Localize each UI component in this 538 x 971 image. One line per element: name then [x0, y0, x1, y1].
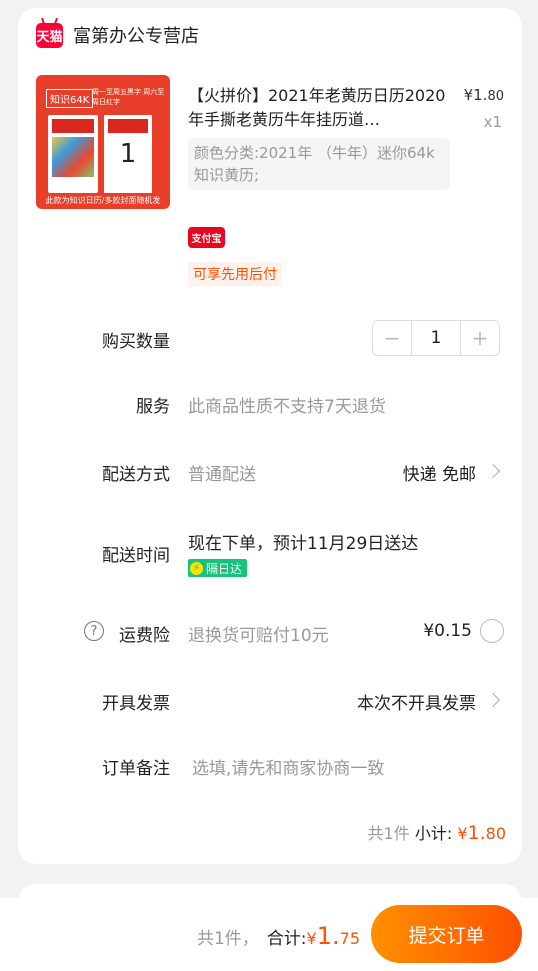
delivery-value[interactable]: 普通配送 [188, 460, 256, 485]
delivery-label: 配送方式 [102, 465, 170, 485]
delivery-method[interactable]: 快递 免邮 [403, 460, 476, 485]
lightning-icon: ⚡ [190, 561, 203, 575]
service-label: 服务 [136, 397, 170, 417]
calendar-page-graphic: 1 [104, 115, 152, 193]
subtotal-count: 共1件 [367, 824, 410, 843]
shop-header[interactable]: 天猫 富第办公专营店 [36, 20, 199, 50]
invoice-value[interactable]: 本次不开具发票 [357, 689, 476, 714]
invoice-label: 开具发票 [102, 694, 170, 714]
product-image[interactable]: 知识64K 周一至周五黑字 周六至周日红字 1 此款为知识日历/多款封面随机发 [36, 75, 170, 209]
service-value: 此商品性质不支持7天退货 [188, 397, 386, 417]
quantity-label: 购买数量 [102, 332, 170, 352]
delivery-time-label: 配送时间 [102, 546, 170, 566]
quantity-stepper[interactable]: − 1 + [372, 320, 500, 356]
product-price: ¥1.80 [464, 86, 504, 104]
insurance-label: 运费险 [119, 626, 170, 646]
submit-order-button[interactable]: 提交订单 [371, 905, 522, 963]
thumb-tagline: 周一至周五黑字 周六至周日红字 [92, 88, 165, 106]
alipay-badge: 支付宝 [188, 227, 225, 248]
calendar-day-number: 1 [119, 139, 137, 169]
insurance-price: ¥0.15 [423, 621, 472, 641]
insurance-value: 退换货可赔付10元 [188, 626, 329, 646]
note-label: 订单备注 [102, 759, 170, 779]
subtotal-label: 小计: [414, 824, 453, 843]
product-quantity: x1 [483, 113, 502, 131]
insurance-radio[interactable] [480, 619, 504, 643]
price-symbol: ¥ [463, 86, 474, 104]
tmall-logo-icon: 天猫 [36, 22, 63, 48]
product-sku[interactable]: 颜色分类:2021年 （牛年）迷你64k 知识黄历; [188, 138, 450, 190]
subtotal-amount: ¥1.80 [457, 822, 506, 844]
thumb-tag: 知识64K [46, 89, 94, 108]
decrease-button[interactable]: − [373, 321, 411, 355]
total-label: 合计: [266, 929, 307, 949]
shop-name[interactable]: 富第办公专营店 [73, 22, 199, 48]
next-day-text: 隔日达 [206, 561, 243, 576]
subtotal: 共1件 小计: ¥1.80 [368, 820, 506, 844]
price-int: 1. [473, 86, 488, 104]
total-amount: ¥1.75 [306, 922, 360, 950]
next-day-badge: ⚡ 隔日达 [188, 559, 248, 577]
delivery-time-value: 现在下单，预计11月29日送达 [188, 534, 419, 554]
note-input[interactable]: 选填,请先和商家协商一致 [192, 754, 384, 779]
calendar-cover-graphic [48, 115, 98, 193]
price-dec: 80 [487, 89, 504, 104]
increase-button[interactable]: + [461, 321, 499, 355]
product-title[interactable]: 【火拼价】2021年老黄历日历2020年手撕老黄历牛年挂历道… [188, 84, 458, 132]
quantity-value[interactable]: 1 [411, 321, 461, 355]
total-count: 共1件， [196, 929, 259, 949]
thumb-footer: 此款为知识日历/多款封面随机发 [45, 196, 161, 205]
pay-later-badge: 可享先用后付 [188, 262, 282, 286]
total: 共1件， 合计: ¥1.75 [197, 922, 360, 950]
